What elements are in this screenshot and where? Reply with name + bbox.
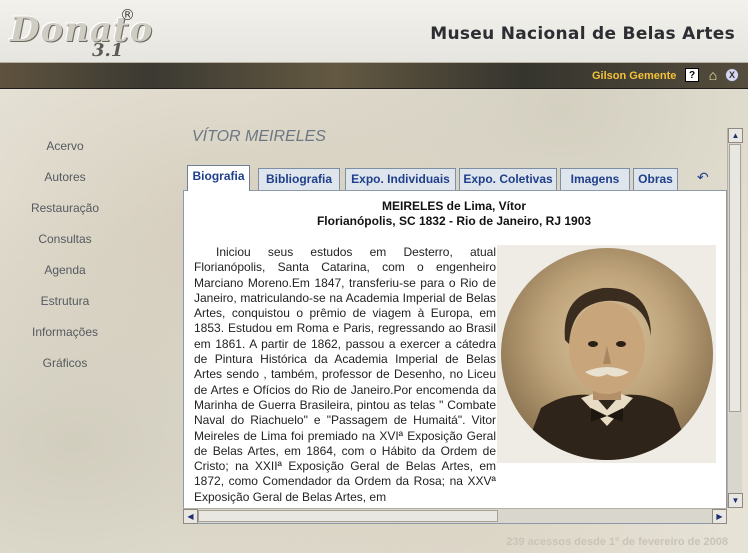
nav-item-agenda[interactable]: Agenda bbox=[0, 262, 130, 293]
nav-item-autores[interactable]: Autores bbox=[0, 169, 130, 200]
artist-panel: Biografia Bibliografia Expo. Individuais… bbox=[183, 165, 727, 524]
user-name[interactable]: Gilson Gemente bbox=[592, 70, 676, 82]
artist-title: VÍTOR MEIRELES bbox=[192, 128, 326, 145]
museum-title: Museu Nacional de Belas Artes bbox=[430, 24, 735, 44]
vertical-scroll-thumb[interactable] bbox=[729, 144, 741, 412]
tab-bibliografia[interactable]: Bibliografia bbox=[258, 168, 340, 190]
tab-expo-individuais[interactable]: Expo. Individuais bbox=[345, 168, 456, 190]
tab-imagens[interactable]: Imagens bbox=[560, 168, 630, 190]
artist-portrait bbox=[497, 245, 716, 463]
bio-heading: MEIRELES de Lima, Vítor Florianópolis, S… bbox=[184, 199, 724, 229]
tab-biografia[interactable]: Biografia bbox=[187, 165, 250, 191]
scroll-right-icon[interactable]: ▶ bbox=[712, 509, 727, 524]
app-header: Donato 3.1 ® Museu Nacional de Belas Art… bbox=[0, 0, 748, 63]
scroll-down-icon[interactable]: ▼ bbox=[728, 493, 743, 508]
scroll-up-icon[interactable]: ▲ bbox=[728, 128, 743, 143]
bio-name-line: MEIRELES de Lima, Vítor bbox=[381, 199, 527, 213]
tab-bar: Biografia Bibliografia Expo. Individuais… bbox=[183, 165, 727, 191]
close-icon[interactable]: X bbox=[725, 68, 739, 82]
nav-item-informacoes[interactable]: Informações bbox=[0, 324, 130, 355]
tab-expo-coletivas[interactable]: Expo. Coletivas bbox=[459, 168, 557, 190]
nav-item-graficos[interactable]: Gráficos bbox=[0, 355, 130, 386]
bio-origin-line: Florianópolis, SC 1832 - Rio de Janeiro,… bbox=[316, 214, 592, 228]
nav-item-acervo[interactable]: Acervo bbox=[0, 138, 130, 169]
horizontal-scrollbar[interactable]: ◀ ▶ bbox=[183, 508, 727, 524]
scroll-left-icon[interactable]: ◀ bbox=[183, 509, 198, 524]
sidebar-nav: Acervo Autores Restauração Consultas Age… bbox=[0, 138, 130, 386]
horizontal-scroll-thumb[interactable] bbox=[198, 510, 498, 522]
nav-item-estrutura[interactable]: Estrutura bbox=[0, 293, 130, 324]
portrait-figure bbox=[520, 287, 693, 460]
bio-text: Iniciou seus estudos em Desterro, atual … bbox=[194, 245, 496, 504]
tab-obras[interactable]: Obras bbox=[633, 168, 678, 190]
portrait-photo bbox=[500, 248, 713, 460]
registered-mark: ® bbox=[120, 6, 135, 24]
vertical-scrollbar[interactable]: ▲ ▼ bbox=[727, 128, 743, 508]
logo-version: 3.1 bbox=[92, 40, 124, 61]
biography-content: MEIRELES de Lima, Vítor Florianópolis, S… bbox=[183, 190, 727, 524]
back-arrow-icon[interactable]: ↶ bbox=[697, 169, 709, 186]
nav-item-restauracao[interactable]: Restauração bbox=[0, 200, 130, 231]
home-icon[interactable]: ⌂ bbox=[706, 67, 720, 83]
help-icon[interactable]: ? bbox=[685, 68, 699, 82]
donato-logo: Donato 3.1 ® bbox=[8, 4, 152, 62]
nav-item-consultas[interactable]: Consultas bbox=[0, 231, 130, 262]
access-counter: 239 acessos desde 1º de fevereiro de 200… bbox=[506, 536, 728, 548]
